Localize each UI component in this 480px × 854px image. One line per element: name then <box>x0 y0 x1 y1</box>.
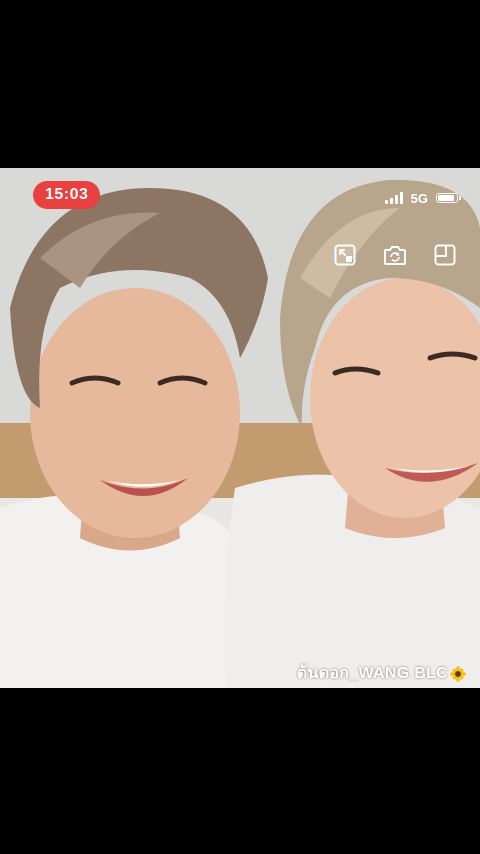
watermark: ต้นดอก_WANG BLC <box>297 661 466 686</box>
camera-flip-icon <box>384 246 406 265</box>
status-indicators: 5G <box>384 190 461 206</box>
battery-icon <box>436 193 461 203</box>
camera-controls <box>332 242 458 268</box>
flip-camera-button[interactable] <box>382 242 408 268</box>
sunflower-icon <box>450 665 466 682</box>
letterbox-bottom <box>0 688 480 854</box>
resize-button[interactable] <box>332 242 358 268</box>
layout-icon <box>434 244 456 266</box>
time-pill: 15:03 <box>33 181 101 209</box>
network-type-label: 5G <box>410 190 428 206</box>
layout-button[interactable] <box>432 242 458 268</box>
letterbox-top <box>0 0 480 168</box>
fullscreen-icon <box>334 244 356 266</box>
video-call-frame[interactable]: 15:03 5G ต้นดอก_WANG BLC <box>0 168 480 688</box>
watermark-text: ต้นดอก_WANG BLC <box>296 665 448 682</box>
signal-strength-icon <box>384 192 403 204</box>
